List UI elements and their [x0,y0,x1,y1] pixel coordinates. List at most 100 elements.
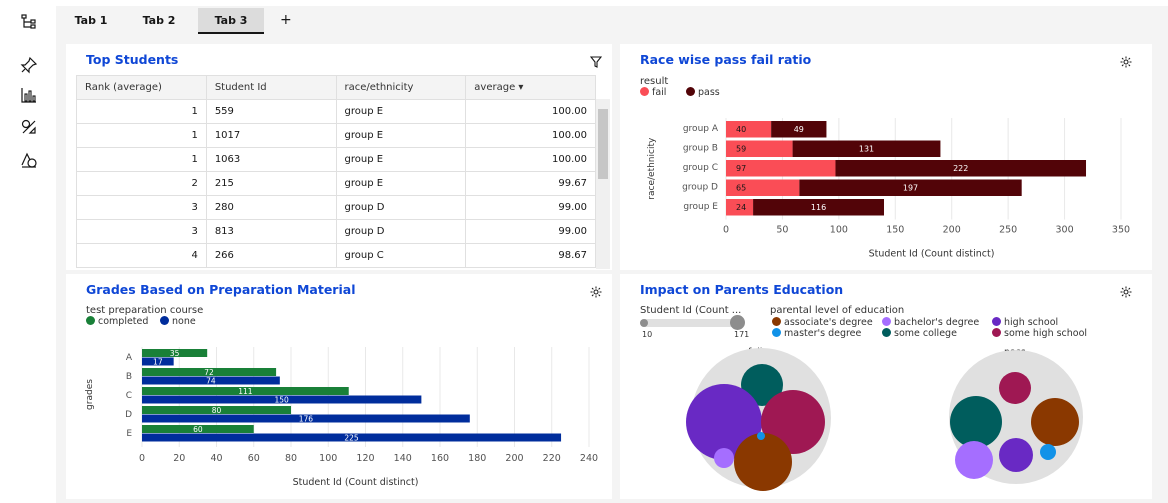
bubble-pass-some-college[interactable] [950,396,1002,448]
table-row[interactable]: 1 559 group E 100.00 [76,99,596,124]
x-tick-label: 200 [505,453,523,464]
average-cell: 99.00 [465,195,596,220]
x-axis-label: Student Id (Count distinct) [293,477,419,488]
bubble-pass-high-school[interactable] [999,438,1033,472]
y-tick-label: D [125,410,132,420]
top-students-title: Top Students [86,52,179,67]
table-row[interactable]: 2 215 group E 99.67 [76,171,596,196]
students-table-viewport[interactable]: Rank (average) Student Id race/ethnicity… [76,75,596,270]
x-tick-label: 180 [468,453,486,464]
dashboard-icon[interactable] [20,151,38,169]
data-label: 40 [736,125,746,134]
data-label: 150 [275,396,290,405]
average-cell: 100.00 [465,99,596,124]
rank-cell: 2 [76,171,207,196]
rank-cell: 1 [76,123,207,148]
tab-2[interactable]: Tab 2 [128,8,190,34]
x-tick-label: 0 [139,453,145,464]
table-row[interactable]: 4 266 group C 98.67 [76,243,596,268]
race-cell: group D [335,219,467,244]
column-header-rank[interactable]: Rank (average) [76,75,207,100]
data-label: 176 [299,415,314,424]
x-tick-label: 250 [999,225,1017,236]
x-tick-label: 350 [1112,225,1130,236]
x-tick-label: 0 [723,225,729,236]
x-tick-label: 100 [319,453,337,464]
tab-bar: Tab 1 Tab 2 Tab 3 + [56,6,1168,36]
data-label: 80 [212,406,222,415]
table-row[interactable]: 3 280 group D 99.00 [76,195,596,220]
y-axis-label: race/ethnicity [647,137,657,200]
tab-1[interactable]: Tab 1 [64,8,118,34]
y-tick-label: E [126,429,132,439]
x-tick-label: 150 [886,225,904,236]
rank-cell: 4 [76,243,207,268]
bar-chart-icon[interactable] [20,86,38,104]
student-id-cell: 813 [205,219,337,244]
data-label: 97 [736,164,746,173]
student-id-cell: 266 [205,243,337,268]
bubble-fail-masters-degree[interactable] [757,432,765,440]
bubble-pass-some-high-school[interactable] [999,372,1031,404]
data-label: 24 [736,203,746,212]
y-tick-label: group E [683,202,718,212]
y-tick-label: group A [683,124,719,134]
x-tick-label: 240 [580,453,598,464]
data-label: 49 [794,125,804,134]
x-tick-label: 20 [173,453,185,464]
bubble-fail-associates-degree[interactable] [734,433,792,491]
x-tick-label: 220 [543,453,561,464]
average-cell: 99.67 [465,171,596,196]
bar-fail[interactable] [726,121,772,138]
data-label: 35 [170,349,180,358]
add-tab-button[interactable]: + [280,8,292,32]
race-chart-panel: Race wise pass fail ratio result fail pa… [620,44,1152,270]
pin-icon[interactable] [20,56,38,74]
bubble-pass-associates-degree[interactable] [1031,398,1079,446]
race-cell: group E [335,171,467,196]
race-chart-plot: 0 50 100 150 200 250 300 350 group A 40 49 group B 5… [647,118,1130,260]
grades-chart-plot: 0 20 40 60 80 100 120 140 160 180 200 220 240 A 35 17 B 7… [85,347,598,488]
parents-chart-panel: Impact on Parents Education Student Id (… [620,274,1152,499]
left-tool-rail [0,0,56,503]
shapes-icon[interactable] [20,118,38,136]
tab-3[interactable]: Tab 3 [198,8,264,34]
bubble-pass-masters-degree[interactable] [1040,444,1056,460]
x-tick-label: 160 [431,453,449,464]
student-id-cell: 559 [205,99,337,124]
table-row[interactable]: 1 1063 group E 100.00 [76,147,596,172]
rank-cell: 1 [76,147,207,172]
x-tick-label: 200 [943,225,961,236]
bubble-fail-bachelors-degree[interactable] [714,448,734,468]
race-cell: group E [335,123,467,148]
data-label: 65 [736,184,746,193]
student-id-cell: 215 [205,171,337,196]
data-label: 225 [344,434,359,443]
column-header-race[interactable]: race/ethnicity [335,75,467,100]
x-tick-label: 100 [830,225,848,236]
data-tree-icon[interactable] [20,12,38,30]
table-scrollbar[interactable] [596,99,610,269]
x-tick-label: 50 [776,225,788,236]
student-id-cell: 1063 [205,147,337,172]
column-header-student-id[interactable]: Student Id [205,75,337,100]
column-header-average[interactable]: average ▾ [465,75,596,100]
table-scrollbar-thumb[interactable] [598,109,608,179]
table-header-row: Rank (average) Student Id race/ethnicity… [76,75,596,100]
table-row[interactable]: 1 1017 group E 100.00 [76,123,596,148]
rank-cell: 3 [76,195,207,220]
y-tick-label: A [126,353,133,363]
data-label: 60 [193,425,203,434]
grades-chart-panel: Grades Based on Preparation Material tes… [66,274,612,499]
rank-cell: 3 [76,219,207,244]
filter-icon[interactable] [590,56,602,68]
race-cell: group E [335,147,467,172]
y-tick-label: C [126,391,132,401]
x-tick-label: 300 [1056,225,1074,236]
rank-cell: 1 [76,99,207,124]
table-row[interactable]: 3 813 group D 99.00 [76,219,596,244]
bubble-pass-bachelors-degree[interactable] [955,441,993,479]
race-cell: group E [335,99,467,124]
data-label: 59 [736,145,746,154]
students-table: Rank (average) Student Id race/ethnicity… [76,75,596,268]
